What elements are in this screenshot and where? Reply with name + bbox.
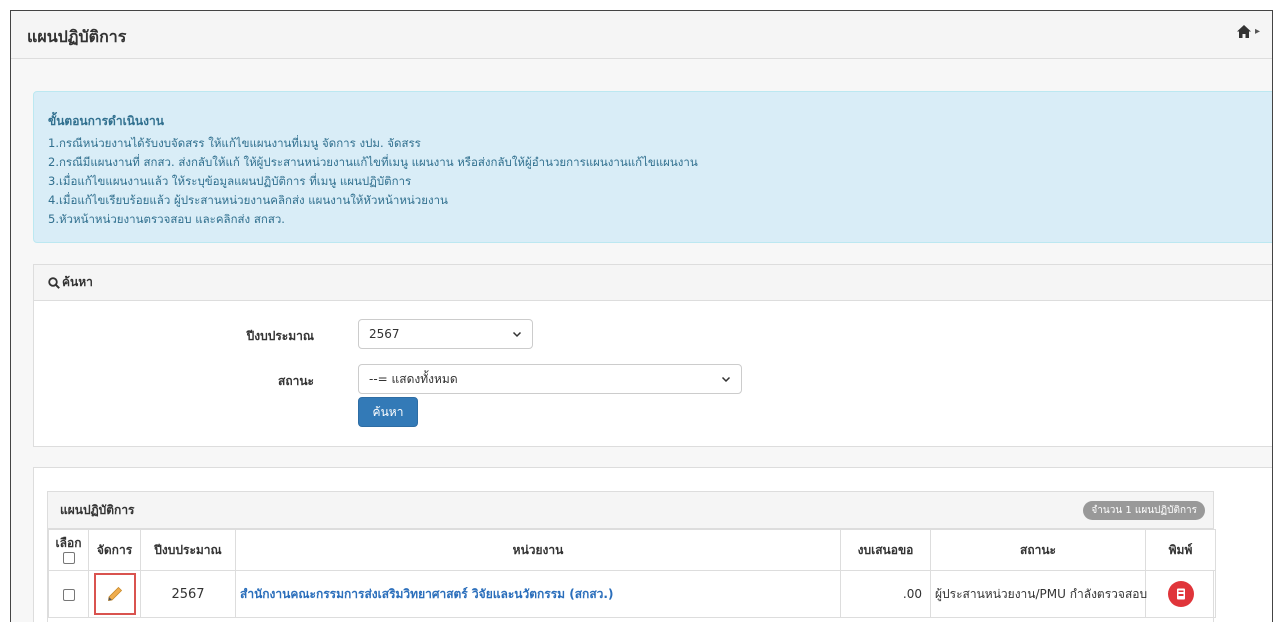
column-header-unit: หน่วยงาน [235, 529, 841, 571]
table-header-row: เลือก จัดการ ปีงบประมาณ หน่วยงาน งบเสนอข… [48, 529, 1216, 571]
select-cell [48, 570, 89, 618]
pdf-icon [1176, 588, 1185, 600]
plan-table-title: แผนปฏิบัติการ [60, 502, 135, 517]
column-header-status: สถานะ [930, 529, 1146, 571]
home-link[interactable]: ▸ [1236, 25, 1260, 38]
info-step: 5.หัวหน้าหน่วยงานตรวจสอบ และคลิกส่ง สกสว… [48, 212, 285, 226]
search-panel-title: ค้นหา [62, 275, 93, 289]
year-label: ปีงบประมาณ [246, 329, 314, 343]
status-label: สถานะ [278, 374, 314, 388]
app-frame: แผนปฏิบัติการ ▸ ขั้นตอนการดำเนินงาน 1.กร… [10, 10, 1273, 622]
procedure-info-box: ขั้นตอนการดำเนินงาน 1.กรณีหน่วยงานได้รับ… [33, 91, 1272, 243]
year-row: ปีงบประมาณ [224, 327, 314, 346]
pencil-icon [107, 586, 122, 601]
column-header-year: ปีงบประมาณ [140, 529, 236, 571]
year-select-value: 2567 [369, 327, 400, 341]
page-title: แผนปฏิบัติการ [27, 27, 127, 46]
select-header-label: เลือก [55, 536, 82, 550]
plan-table-header: แผนปฏิบัติการ จำนวน 1 แผนปฏิบัติการ [48, 492, 1213, 529]
edit-button[interactable] [93, 573, 136, 615]
plan-table: เลือก จัดการ ปีงบประมาณ หน่วยงาน งบเสนอข… [48, 529, 1216, 618]
print-button[interactable] [1167, 581, 1194, 607]
plan-outer-panel: แผนปฏิบัติการ จำนวน 1 แผนปฏิบัติการ เลือ… [33, 467, 1272, 622]
column-header-print: พิมพ์ [1145, 529, 1216, 571]
status-cell: ผู้ประสานหน่วยงาน/PMU กำลังตรวจสอบ [930, 570, 1147, 618]
status-select-value: --= แสดงทั้งหมด [369, 371, 458, 386]
table-row: 2567 สำนักงานคณะกรรมการส่งเสริมวิทยาศาสต… [48, 570, 1216, 618]
info-title: ขั้นตอนการดำเนินงาน [48, 114, 164, 128]
select-all-checkbox[interactable] [62, 551, 75, 564]
chevron-down-icon [721, 376, 731, 383]
manage-cell [88, 570, 141, 618]
row-checkbox[interactable] [62, 588, 75, 601]
unit-link[interactable]: สำนักงานคณะกรรมการส่งเสริมวิทยาศาสตร์ วิ… [235, 570, 841, 618]
count-badge: จำนวน 1 แผนปฏิบัติการ [1083, 500, 1205, 520]
year-cell: 2567 [140, 570, 236, 618]
home-icon [1236, 25, 1251, 38]
column-header-budget: งบเสนอขอ [840, 529, 931, 571]
plan-table-panel: แผนปฏิบัติการ จำนวน 1 แผนปฏิบัติการ เลือ… [47, 491, 1216, 622]
column-header-select: เลือก [48, 529, 89, 571]
search-button[interactable]: ค้นหา [358, 397, 418, 427]
top-bar: แผนปฏิบัติการ ▸ [11, 11, 1272, 59]
chevron-right-icon: ▸ [1254, 26, 1260, 37]
search-panel-header: ค้นหา [34, 265, 1272, 301]
status-select[interactable]: --= แสดงทั้งหมด [358, 364, 742, 394]
chevron-down-icon [512, 331, 522, 338]
info-step: 3.เมื่อแก้ไขแผนงานแล้ว ให้ระบุข้อมูลแผนป… [48, 174, 412, 188]
search-icon [48, 276, 60, 289]
info-step: 2.กรณีมีแผนงานที่ สกสว. ส่งกลับให้แก้ ให… [48, 155, 698, 169]
search-panel: ค้นหา ปีงบประมาณ 2567 สถานะ --= แสดงทั้ง… [33, 264, 1272, 447]
budget-cell: .00 [840, 570, 931, 618]
column-header-manage: จัดการ [88, 529, 141, 571]
print-cell [1145, 570, 1216, 618]
status-row: สถานะ [224, 372, 314, 391]
info-step: 1.กรณีหน่วยงานได้รับงบจัดสรร ให้แก้ไขแผน… [48, 136, 421, 150]
info-step: 4.เมื่อแก้ไขเรียบร้อยแล้ว ผู้ประสานหน่วย… [48, 193, 448, 207]
year-select[interactable]: 2567 [358, 319, 533, 349]
